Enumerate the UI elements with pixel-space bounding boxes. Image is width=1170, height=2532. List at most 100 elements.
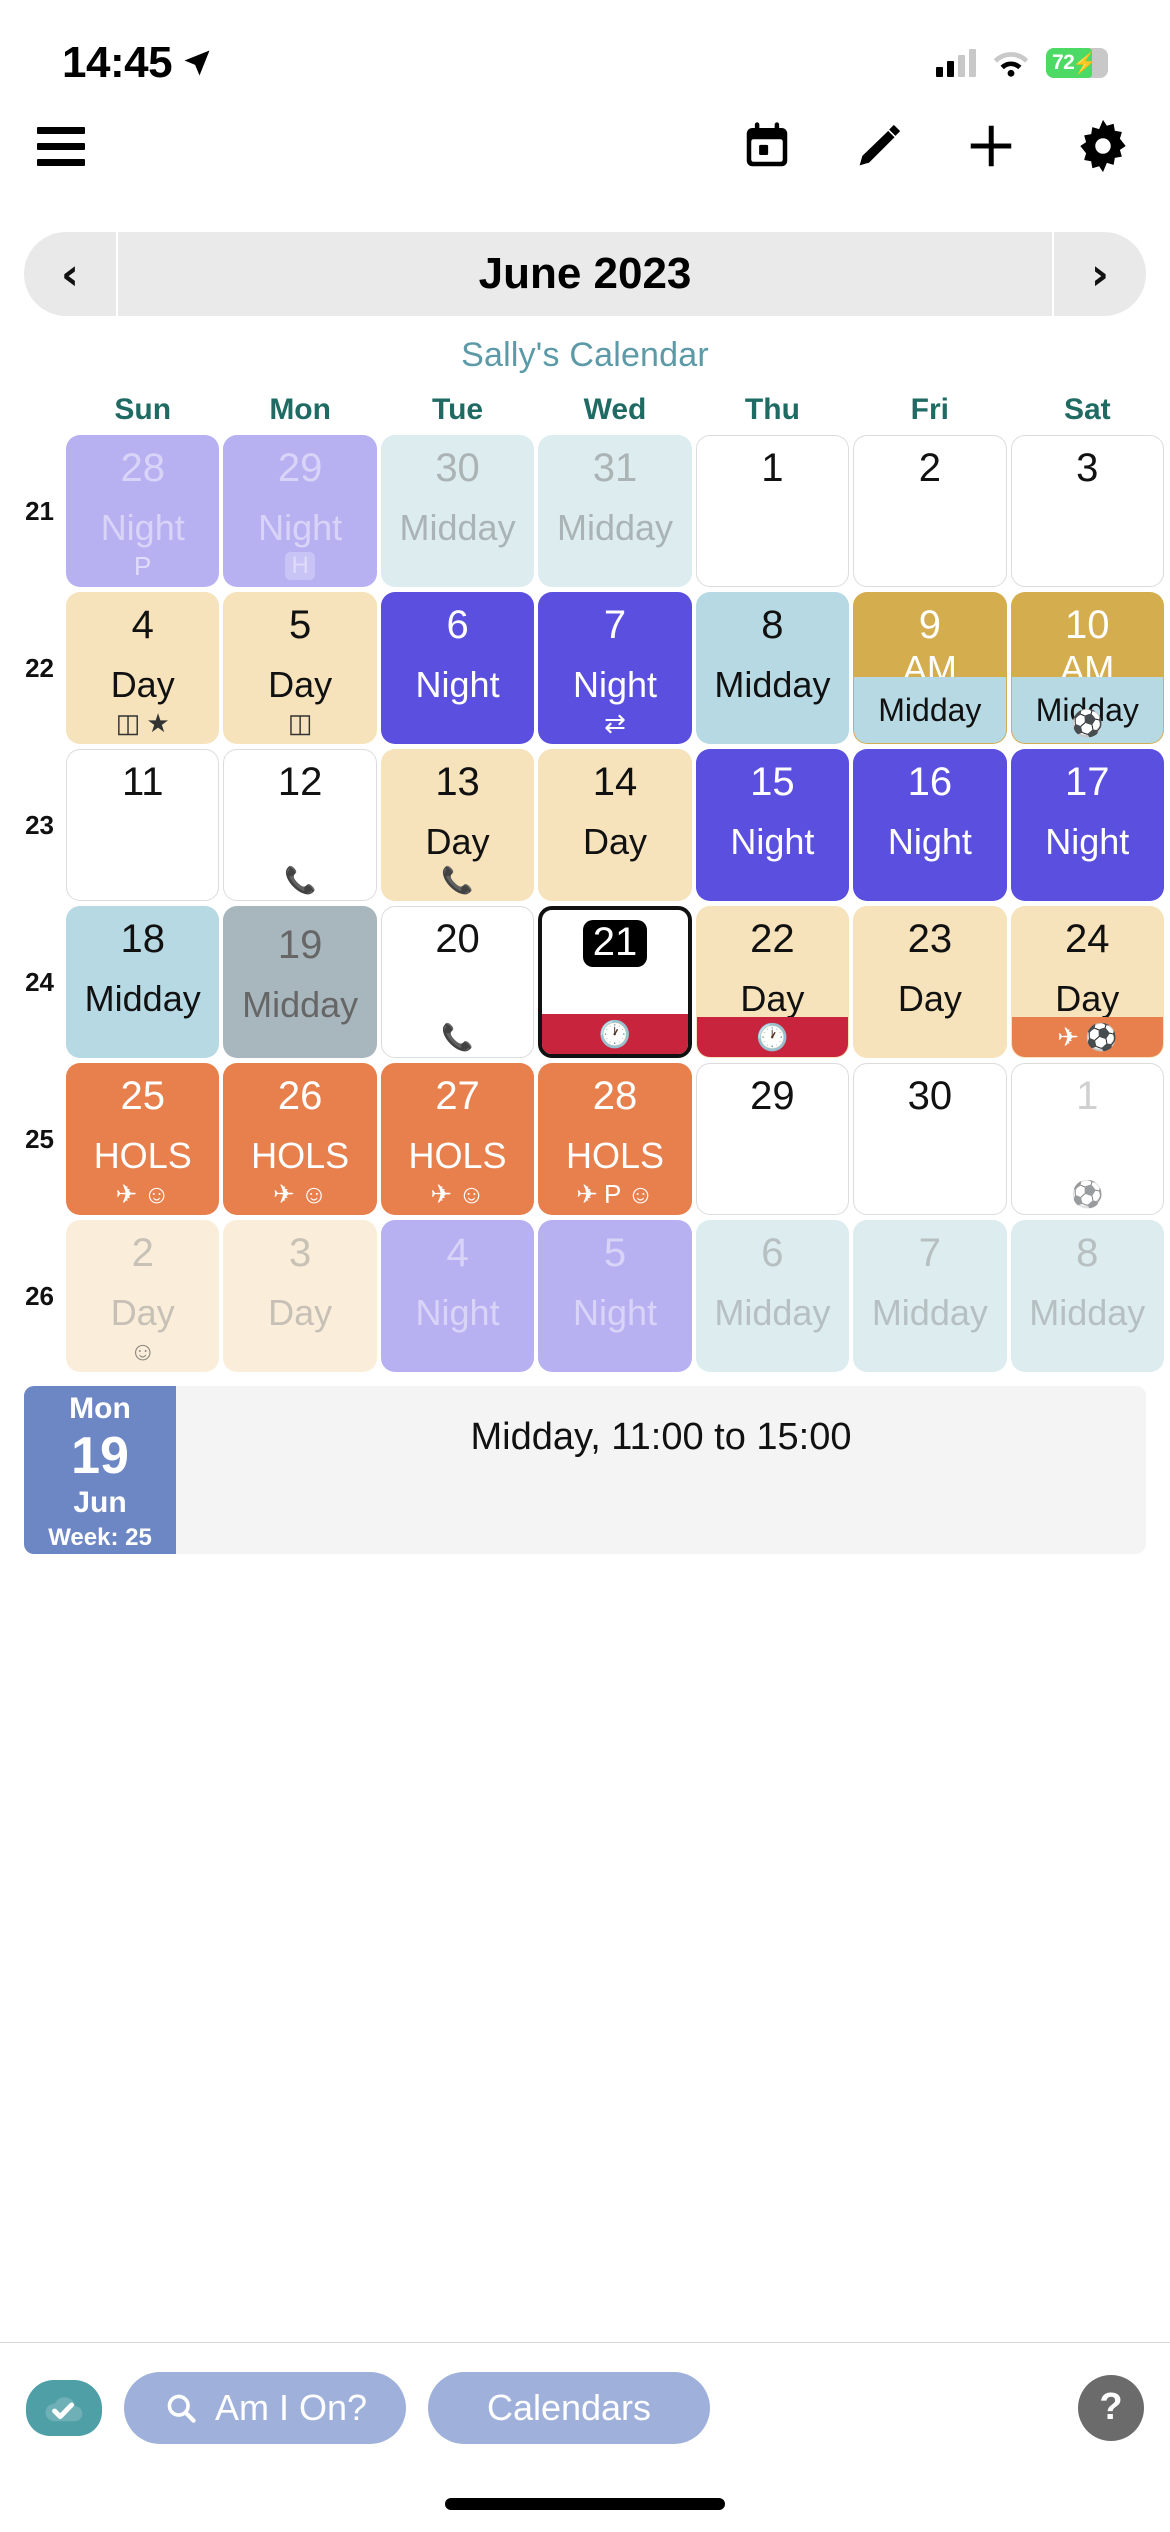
calendar-day-cell[interactable]: 28 Night P xyxy=(66,435,220,587)
calendar-day-cell[interactable]: 14 Day xyxy=(538,749,692,901)
calendar-name-label[interactable]: Sally's Calendar xyxy=(0,336,1170,375)
plus-icon[interactable] xyxy=(960,115,1022,177)
day-badge-row: 📞 xyxy=(382,1017,533,1057)
calendar-day-cell[interactable]: 6 Midday xyxy=(695,1220,850,1372)
day-number: 5 xyxy=(603,1231,627,1275)
day-number: 30 xyxy=(435,446,480,490)
gear-settings-icon[interactable] xyxy=(1072,115,1134,177)
day-number: 4 xyxy=(446,1231,469,1275)
day-badge-icon: ☺ xyxy=(143,1178,170,1209)
calendar-day-cell[interactable]: 3 xyxy=(1010,435,1164,587)
calendar-day-cell[interactable]: 29 xyxy=(695,1063,850,1215)
calendar-day-cell[interactable]: 8 Midday xyxy=(695,592,850,744)
day-badge-row: ✈ ☺ xyxy=(67,1174,218,1214)
calendar-day-cell[interactable]: 9 AM Midday xyxy=(853,592,1007,744)
week-number: 23 xyxy=(25,809,54,840)
calendar-day-cell[interactable]: 2 xyxy=(853,435,1007,587)
calendar-day-cell[interactable]: 7 Midday xyxy=(853,1220,1007,1372)
weekday-spacer xyxy=(6,393,62,427)
day-shift-label: Day xyxy=(110,664,175,705)
calendar-day-cell[interactable]: 7 Night ⇄ xyxy=(538,592,692,744)
day-number: 5 xyxy=(289,603,312,647)
calendar-day-cell[interactable]: 23 Day xyxy=(853,906,1007,1058)
selected-day-detail-bar[interactable]: Mon 19 Jun Week: 25 Midday, 11:00 to 15:… xyxy=(24,1386,1146,1554)
day-number: 3 xyxy=(1076,446,1099,490)
next-month-button[interactable]: › xyxy=(1054,232,1146,316)
calendar-day-cell[interactable]: 13 Day 📞 xyxy=(380,749,535,901)
previous-month-button[interactable]: ‹ xyxy=(24,232,116,316)
calendar-day-cell[interactable]: 18 Midday xyxy=(66,906,220,1058)
day-number: 6 xyxy=(446,603,469,647)
calendar-day-cell[interactable]: 3 Day xyxy=(223,1220,377,1372)
calendar-day-cell[interactable]: 20 📞 xyxy=(380,906,535,1058)
cloud-sync-icon[interactable] xyxy=(26,2379,102,2436)
calendar-day-cell[interactable]: 30 xyxy=(853,1063,1007,1215)
calendar-day-cell[interactable]: 30 Midday xyxy=(380,435,535,587)
calendar-day-cell[interactable]: 26 HOLS ✈ ☺ xyxy=(223,1063,377,1215)
pencil-edit-icon[interactable] xyxy=(848,115,910,177)
month-title-button[interactable]: June 2023 xyxy=(118,232,1052,316)
calendar-day-cell[interactable]: 29 Night H xyxy=(223,435,377,587)
calendar-day-cell[interactable]: 10 AM Midday ⚽ xyxy=(1010,592,1164,744)
calendar-day-cell[interactable]: 4 Night xyxy=(380,1220,535,1372)
toolbar-actions xyxy=(736,115,1134,177)
day-shift-label: Day xyxy=(268,1292,333,1333)
home-indicator xyxy=(445,2498,725,2510)
calendar-day-cell[interactable]: 1 xyxy=(695,435,850,587)
calendar-day-cell[interactable]: 12 📞 xyxy=(223,749,377,901)
day-badge-row: ✈ P ☺ xyxy=(539,1174,690,1214)
day-badge-row: H xyxy=(224,546,375,586)
hamburger-menu-icon[interactable] xyxy=(30,115,92,177)
day-badge-row: ◫ ★ xyxy=(67,703,218,743)
day-number: 1 xyxy=(761,446,784,490)
calendar-day-cell[interactable]: 5 Night xyxy=(538,1220,692,1372)
day-number: 8 xyxy=(1076,1231,1099,1275)
calendar-day-cell[interactable]: 17 Night xyxy=(1010,749,1164,901)
day-number: 24 xyxy=(1065,917,1110,961)
day-shift-label: Day xyxy=(1055,978,1120,1019)
day-badge-row: ◫ xyxy=(224,703,375,743)
calendar-day-cell[interactable]: 5 Day ◫ xyxy=(223,592,377,744)
am-i-on-button[interactable]: Am I On? xyxy=(124,2371,406,2444)
detail-day-number: 19 xyxy=(71,1427,129,1485)
day-shift-label: Midday xyxy=(714,1292,831,1333)
day-shift-label: Midday xyxy=(399,507,516,548)
calendar-day-cell[interactable]: 27 HOLS ✈ ☺ xyxy=(380,1063,535,1215)
calendar-day-cell[interactable]: 24 Day ✈ ⚽ xyxy=(1010,906,1164,1058)
calendar-day-cell[interactable]: 4 Day ◫ ★ xyxy=(66,592,220,744)
cellular-signal-icon xyxy=(936,49,976,77)
weekday-fri: Fri xyxy=(910,393,950,426)
calendar-day-cell[interactable]: 2 Day ☺ xyxy=(66,1220,220,1372)
day-shift-label: Night xyxy=(415,1292,500,1333)
day-badge-icon: ⚽ xyxy=(1071,1178,1104,1209)
calendar-day-cell[interactable]: 15 Night xyxy=(695,749,850,901)
calendar-day-cell[interactable]: 8 Midday xyxy=(1010,1220,1164,1372)
day-badge-icon: 🕐 xyxy=(756,1021,789,1052)
calendar-icon[interactable] xyxy=(736,115,798,177)
calendar-day-cell[interactable]: 21 🕐 xyxy=(538,906,692,1058)
day-shift-label: Midday xyxy=(84,978,201,1019)
day-number: 1 xyxy=(1076,1074,1099,1118)
day-shift-label: Day xyxy=(425,821,490,862)
calendar-day-cell[interactable]: 25 HOLS ✈ ☺ xyxy=(66,1063,220,1215)
day-number: 3 xyxy=(289,1231,312,1275)
help-button[interactable]: ? xyxy=(1078,2374,1144,2441)
day-badge-icon: ◫ xyxy=(115,707,141,738)
calendar-day-cell[interactable]: 1 ⚽ xyxy=(1010,1063,1164,1215)
day-shift-label: Midday xyxy=(1029,1292,1146,1333)
calendars-button[interactable]: Calendars xyxy=(428,2371,710,2444)
day-badge-row: ✈ ☺ xyxy=(382,1174,533,1214)
calendar-day-cell[interactable]: 11 xyxy=(66,749,220,901)
calendar-day-cell[interactable]: 6 Night xyxy=(380,592,535,744)
day-number: 2 xyxy=(918,446,941,490)
calendar-day-cell[interactable]: 19 Midday xyxy=(223,906,377,1058)
day-shift-label: Night xyxy=(100,507,185,548)
calendar-day-cell[interactable]: 31 Midday xyxy=(538,435,692,587)
day-number: 12 xyxy=(277,760,323,804)
calendar-day-cell[interactable]: 22 Day 🕐 xyxy=(695,906,850,1058)
calendar-day-cell[interactable]: 16 Night xyxy=(853,749,1007,901)
calendar-day-cell[interactable]: 28 HOLS ✈ P ☺ xyxy=(538,1063,692,1215)
day-number: 25 xyxy=(120,1074,165,1118)
day-badge-icon: ◫ xyxy=(287,707,313,738)
bottom-toolbar: Am I On? Calendars ? xyxy=(0,2342,1170,2472)
